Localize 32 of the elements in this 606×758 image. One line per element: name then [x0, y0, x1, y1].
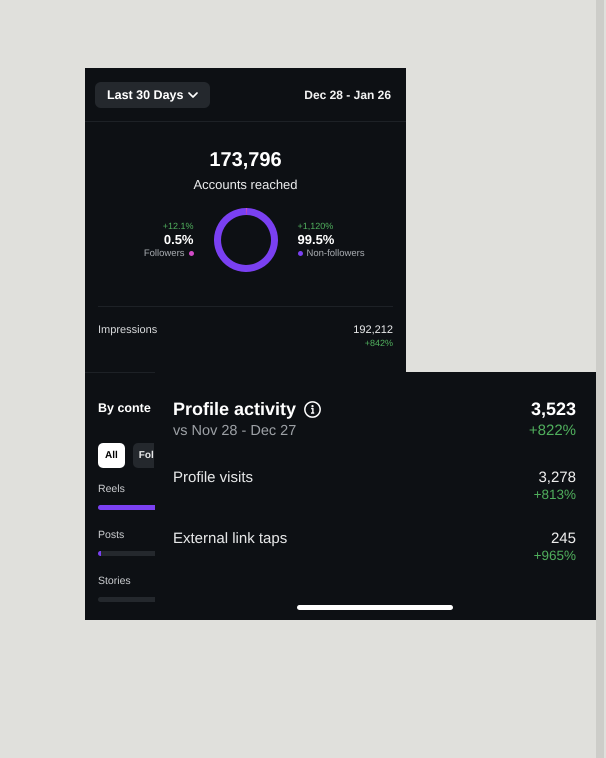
chevron-down-icon: [188, 92, 198, 98]
scrollbar[interactable]: [596, 0, 604, 758]
total-value: 3,523: [530, 398, 576, 420]
content-type-label: Stories: [98, 575, 132, 588]
content-type-label: Posts: [98, 529, 126, 542]
date-range-dropdown[interactable]: Last 30 Days: [95, 82, 210, 108]
activity-value: 3,278: [537, 469, 576, 487]
date-range-text: Dec 28 - Jan 26: [304, 88, 391, 102]
metric-value: 192,212: [353, 323, 393, 337]
segment-share: 0.5%: [162, 232, 194, 248]
activity-label: External link taps: [173, 530, 288, 548]
reach-caption: Accounts reached: [192, 177, 299, 193]
change-percent: +842%: [364, 337, 393, 349]
activity-label: Profile visits: [173, 469, 254, 487]
legend-label: Followers: [144, 248, 184, 260]
change-percent: +813%: [534, 487, 576, 503]
metric-label: Impressions: [98, 323, 158, 337]
activity-value: 245: [550, 530, 576, 548]
content-type-label: Reels: [98, 483, 126, 496]
change-percent: +12.1%: [162, 220, 194, 232]
filter-chip[interactable]: Fol: [132, 443, 154, 468]
change-percent: +822%: [528, 422, 576, 440]
panel-title: Profile activity: [173, 398, 296, 420]
comparison-period: vs Nov 28 - Dec 27: [173, 422, 298, 440]
change-percent: +1,120%: [298, 220, 334, 232]
reach-total: 173,796: [208, 148, 283, 172]
legend-label: Non-followers: [306, 248, 365, 260]
segment-share: 99.5%: [298, 232, 336, 248]
section-title: By conte: [98, 400, 152, 416]
change-percent: +965%: [534, 548, 576, 564]
filter-chip[interactable]: All: [98, 443, 125, 468]
info-icon[interactable]: [304, 400, 322, 418]
